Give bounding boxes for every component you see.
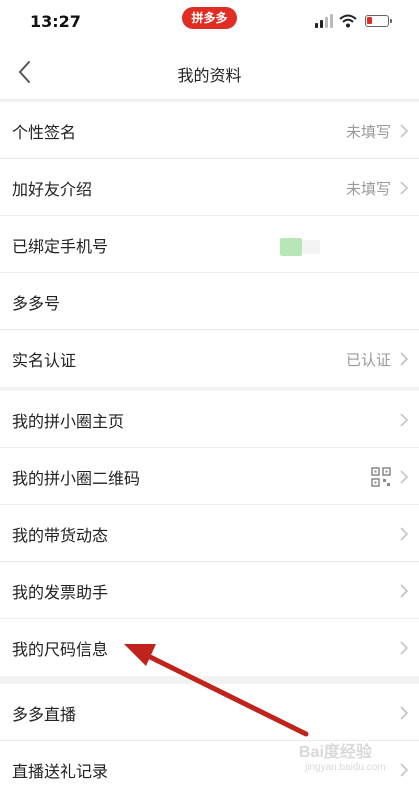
row-label: 我的发票助手 — [12, 583, 109, 602]
chevron-right-icon — [400, 352, 409, 366]
row-circle-qr[interactable]: 我的拼小圈二维码 — [0, 448, 419, 505]
chevron-right-icon — [400, 706, 409, 720]
chevron-right-icon — [400, 527, 409, 541]
app-badge: 拼多多 — [182, 7, 237, 29]
row-label: 多多号 — [12, 294, 61, 313]
row-label: 我的带货动态 — [12, 526, 109, 545]
row-invoice-helper[interactable]: 我的发票助手 — [0, 562, 419, 619]
chevron-right-icon — [400, 470, 409, 484]
signal-icon — [315, 14, 333, 28]
row-real-name[interactable]: 实名认证 已认证 — [0, 330, 419, 387]
row-size-info[interactable]: 我的尺码信息 — [0, 619, 419, 676]
row-label: 多多直播 — [12, 705, 77, 724]
row-selling-feed[interactable]: 我的带货动态 — [0, 505, 419, 562]
chevron-right-icon — [400, 181, 409, 195]
row-live-stream[interactable]: 多多直播 — [0, 684, 419, 741]
row-duoduo-id[interactable]: 多多号 — [0, 273, 419, 330]
profile-group-2: 我的拼小圈主页 我的拼小圈二维码 我的带货动态 我的发票助手 我的尺码信息 — [0, 391, 419, 676]
nav-bar: 我的资料 — [0, 44, 419, 100]
row-value: 未填写 — [345, 180, 391, 198]
baidu-watermark: Bai度经验 jingyan.baidu.com — [299, 738, 409, 778]
chevron-right-icon — [400, 584, 409, 598]
phone-redacted-block — [280, 238, 320, 256]
chevron-right-icon — [400, 124, 409, 138]
row-value: 未填写 — [345, 123, 391, 141]
row-signature[interactable]: 个性签名 未填写 — [0, 102, 419, 159]
row-bound-phone[interactable]: 已绑定手机号 — [0, 216, 419, 273]
page-title: 我的资料 — [177, 66, 242, 85]
wifi-icon — [339, 14, 357, 28]
qr-code-icon — [371, 467, 391, 487]
row-label: 我的尺码信息 — [12, 640, 109, 659]
row-label: 个性签名 — [12, 123, 77, 142]
row-label: 已绑定手机号 — [12, 237, 109, 256]
battery-icon — [365, 15, 392, 27]
watermark-main: Bai度经验 — [299, 744, 372, 761]
row-friend-intro[interactable]: 加好友介绍 未填写 — [0, 159, 419, 216]
chevron-right-icon — [400, 641, 409, 655]
profile-group-1: 个性签名 未填写 加好友介绍 未填写 已绑定手机号 多多号 实名认证 已认证 — [0, 102, 419, 387]
row-label: 我的拼小圈二维码 — [12, 469, 141, 488]
watermark-sub: jingyan.baidu.com — [305, 762, 386, 773]
row-label: 我的拼小圈主页 — [12, 412, 125, 431]
status-bar: 13:27 拼多多 — [0, 0, 419, 44]
status-time: 13:27 — [30, 12, 81, 31]
row-value: 已认证 — [345, 351, 391, 369]
chevron-right-icon — [400, 413, 409, 427]
status-icons — [315, 14, 405, 30]
row-label: 实名认证 — [12, 351, 77, 370]
row-circle-home[interactable]: 我的拼小圈主页 — [0, 391, 419, 448]
row-label: 加好友介绍 — [12, 180, 93, 199]
row-label: 直播送礼记录 — [12, 762, 109, 781]
